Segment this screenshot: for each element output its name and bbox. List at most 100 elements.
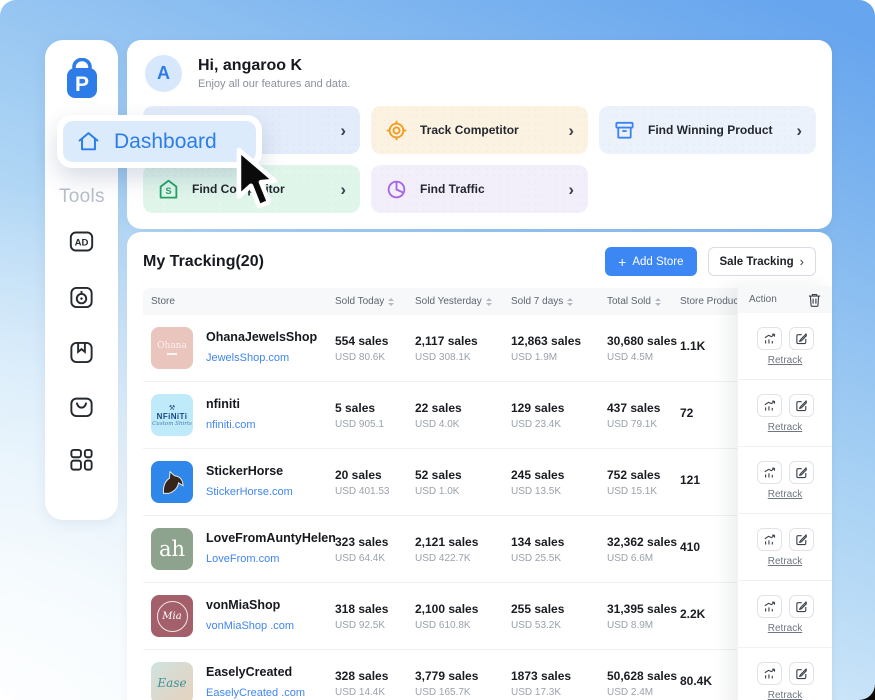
stats-chart-button[interactable]: [757, 327, 782, 350]
trash-icon[interactable]: [808, 293, 821, 307]
retrack-link[interactable]: Retrack: [768, 489, 802, 500]
total-sold-usd: USD 6.6M: [607, 553, 680, 564]
sold-7days-value: 12,863 sales: [511, 334, 607, 348]
stats-chart-button[interactable]: [757, 595, 782, 618]
chevron-right-icon: ›: [340, 181, 346, 198]
store-name: OhanaJewelsShop: [206, 330, 317, 344]
store-domain-link[interactable]: StickerHorse.com: [206, 486, 293, 498]
total-sold-usd: USD 4.5M: [607, 352, 680, 363]
greeting-title: Hi, angaroo K: [198, 57, 350, 75]
stats-chart-button[interactable]: [757, 461, 782, 484]
sold-yesterday-usd: USD 1.0K: [415, 486, 511, 497]
svg-text:S: S: [165, 185, 171, 195]
table-row: Ease EaselyCreated EaselyCreated .com 32…: [143, 650, 816, 700]
action-row: Retrack: [738, 313, 832, 380]
chevron-right-icon: ›: [568, 181, 574, 198]
total-sold-usd: USD 79.1K: [607, 419, 680, 430]
sort-icon: [486, 298, 492, 306]
store-domain-link[interactable]: EaselyCreated .com: [206, 687, 305, 699]
shop-shield-icon: S: [157, 178, 180, 201]
stats-chart-button[interactable]: [757, 662, 782, 685]
sold-7days-value: 129 sales: [511, 401, 607, 415]
dashboard-label: Dashboard: [114, 130, 217, 154]
feature-card-track-competitor[interactable]: Track Competitor ›: [371, 106, 588, 154]
action-row: Retrack: [738, 447, 832, 514]
sold-7days-value: 1873 sales: [511, 669, 607, 683]
sold-7days-value: 245 sales: [511, 468, 607, 482]
table-row: Mia vonMiaShop vonMiaShop .com 318 sales…: [143, 583, 816, 650]
sidebar-item-dashboard[interactable]: Dashboard: [63, 121, 256, 162]
store-domain-link[interactable]: LoveFrom.com: [206, 553, 279, 565]
store-domain-link[interactable]: JewelsShop.com: [206, 352, 289, 364]
feature-card-find-winning-product[interactable]: Find Winning Product ›: [599, 106, 816, 154]
retrack-link[interactable]: Retrack: [768, 690, 802, 700]
total-sold-value: 752 sales: [607, 468, 680, 482]
total-sold-value: 31,395 sales: [607, 602, 680, 616]
sold-today-usd: USD 14.4K: [335, 687, 415, 698]
sold-7days-usd: USD 53.2K: [511, 620, 607, 631]
trend-chart-icon: [763, 533, 776, 546]
sold-today-usd: USD 80.6K: [335, 352, 415, 363]
sold-7days-value: 134 sales: [511, 535, 607, 549]
edit-button[interactable]: [789, 595, 814, 618]
avatar: A: [145, 55, 182, 92]
stats-chart-button[interactable]: [757, 394, 782, 417]
col-store[interactable]: Store: [143, 296, 335, 307]
store-domain-link[interactable]: vonMiaShop .com: [206, 620, 294, 632]
col-sold-7-days[interactable]: Sold 7 days: [511, 296, 607, 307]
store-name: LoveFromAuntyHelen: [206, 531, 336, 545]
total-sold-value: 32,362 sales: [607, 535, 680, 549]
trend-chart-icon: [763, 332, 776, 345]
store-logo: Mia: [151, 595, 193, 637]
edit-button[interactable]: [789, 394, 814, 417]
edit-button[interactable]: [789, 327, 814, 350]
total-sold-value: 30,680 sales: [607, 334, 680, 348]
chevron-right-icon: ›: [340, 122, 346, 139]
svg-text:P: P: [74, 73, 88, 96]
col-total-sold[interactable]: Total Sold: [607, 296, 680, 307]
target-icon: [385, 119, 408, 142]
sold-today-usd: USD 905.1: [335, 419, 415, 430]
shop-bag-icon[interactable]: [45, 393, 118, 420]
edit-button[interactable]: [789, 461, 814, 484]
action-row: Retrack: [738, 581, 832, 648]
action-row: Retrack: [738, 380, 832, 447]
retrack-link[interactable]: Retrack: [768, 422, 802, 433]
sold-today-value: 5 sales: [335, 401, 415, 415]
package-track-icon[interactable]: [45, 284, 118, 311]
trend-chart-icon: [763, 466, 776, 479]
table-body: Ohana OhanaJewelsShop JewelsShop.com 554…: [143, 315, 816, 700]
store-domain-link[interactable]: nfiniti.com: [206, 419, 256, 431]
store-logo: ⚒NFiNiTiCustom Shirts: [151, 394, 193, 436]
sold-today-value: 328 sales: [335, 669, 415, 683]
sold-today-value: 554 sales: [335, 334, 415, 348]
sold-today-value: 20 sales: [335, 468, 415, 482]
sold-today-value: 323 sales: [335, 535, 415, 549]
ad-icon[interactable]: AD: [45, 228, 118, 255]
retrack-link[interactable]: Retrack: [768, 556, 802, 567]
sale-tracking-button[interactable]: Sale Tracking ›: [708, 247, 817, 276]
retrack-link[interactable]: Retrack: [768, 355, 802, 366]
svg-text:AD: AD: [75, 238, 89, 249]
add-store-button[interactable]: + Add Store: [605, 247, 696, 276]
bookmark-icon[interactable]: [45, 339, 118, 366]
sold-yesterday-value: 3,779 sales: [415, 669, 511, 683]
sold-today-usd: USD 401.53: [335, 486, 415, 497]
edit-button[interactable]: [789, 528, 814, 551]
stats-chart-button[interactable]: [757, 528, 782, 551]
edit-button[interactable]: [789, 662, 814, 685]
product-box-icon: [613, 119, 636, 142]
store-name: EaselyCreated: [206, 665, 305, 679]
total-sold-value: 50,628 sales: [607, 669, 680, 683]
sold-7days-value: 255 sales: [511, 602, 607, 616]
feature-card-find-traffic[interactable]: Find Traffic ›: [371, 165, 588, 213]
store-name: StickerHorse: [206, 464, 293, 478]
sold-7days-usd: USD 23.4K: [511, 419, 607, 430]
apps-grid-icon[interactable]: [45, 446, 118, 473]
retrack-link[interactable]: Retrack: [768, 623, 802, 634]
edit-pencil-icon: [795, 332, 808, 345]
table-header: Store Sold Today Sold Yesterday Sold 7 d…: [143, 288, 816, 315]
sold-today-usd: USD 64.4K: [335, 553, 415, 564]
col-sold-yesterday[interactable]: Sold Yesterday: [415, 296, 511, 307]
col-sold-today[interactable]: Sold Today: [335, 296, 415, 307]
